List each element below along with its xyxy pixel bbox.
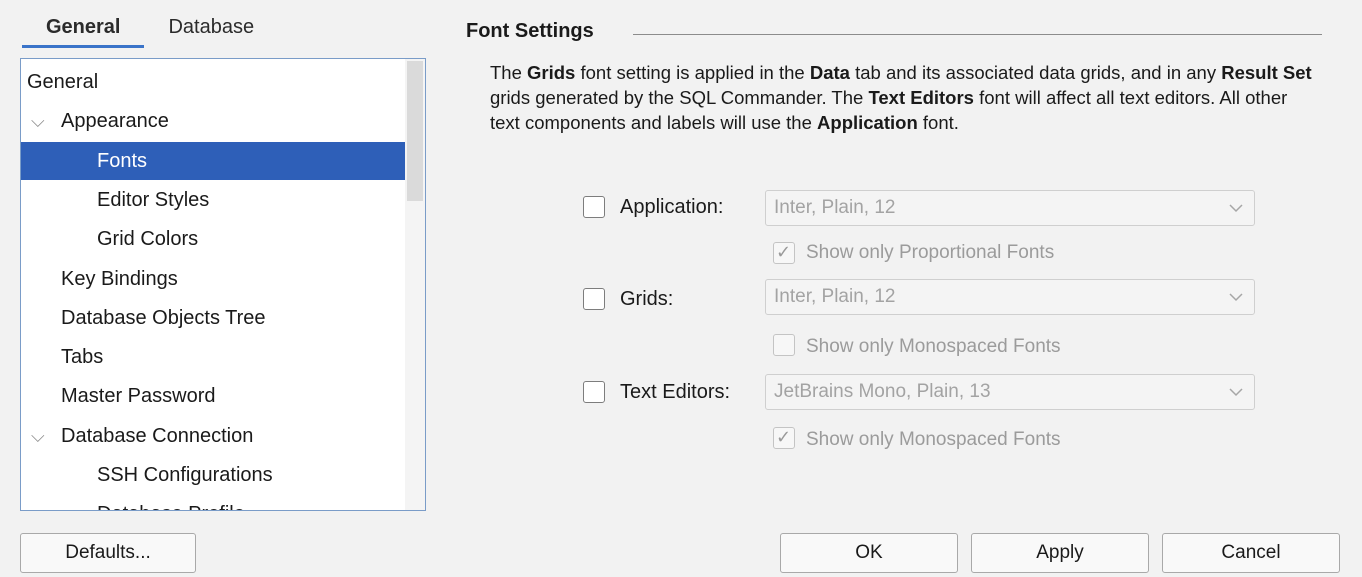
tree-item[interactable]: ⌵ Database Connection (21, 417, 405, 455)
tree-item[interactable]: Database Profile (21, 495, 405, 510)
grids-font-label: Grids: (620, 288, 674, 310)
text-editors-font-value: JetBrains Mono, Plain, 13 (774, 381, 991, 402)
tree-item-label: Key Bindings (61, 267, 178, 290)
text-editors-font-combo[interactable]: JetBrains Mono, Plain, 13 (765, 374, 1255, 410)
tree-item[interactable]: ⌵ Appearance (21, 102, 405, 140)
proportional-fonts-label: Show only Proportional Fonts (806, 242, 1055, 263)
settings-tree[interactable]: General ⌵ Appearance Fonts Editor Styles Grid… (20, 58, 426, 511)
chevron-down-icon[interactable]: ⌵ (31, 102, 45, 140)
checkmark-icon: ✓ (776, 427, 792, 447)
chevron-down-icon[interactable]: ⌵ (31, 417, 45, 455)
chevron-down-icon (1229, 388, 1243, 397)
tree-item-label: Database Connection (61, 424, 254, 447)
proportional-fonts-checkbox[interactable]: ✓ (773, 242, 795, 264)
tab-general[interactable]: General (22, 10, 145, 48)
chevron-down-icon (1229, 293, 1243, 302)
tree-item-label: Database Profile (97, 495, 245, 510)
tab-database[interactable]: Database (144, 10, 278, 48)
tree-item[interactable]: Database Objects Tree (21, 299, 405, 337)
grids-monospaced-label: Show only Monospaced Fonts (806, 336, 1061, 357)
tree-item[interactable]: Fonts (21, 141, 405, 180)
tree-item-label: Tabs (61, 346, 104, 369)
tree-scrollbar-thumb[interactable] (407, 61, 423, 201)
tree-item[interactable]: Grid Colors (21, 220, 405, 258)
text-editors-monospaced-label: Show only Monospaced Fonts (806, 429, 1061, 450)
tree-item-label: Fonts (97, 149, 148, 172)
section-divider (633, 34, 1322, 35)
text-editors-font-checkbox[interactable] (583, 381, 605, 403)
application-font-combo[interactable]: Inter, Plain, 12 (765, 190, 1255, 226)
ok-button[interactable]: OK (780, 533, 958, 573)
tree-item-label: Master Password (61, 385, 216, 408)
checkmark-icon: ✓ (776, 242, 792, 262)
tree-item[interactable]: Editor Styles (21, 181, 405, 219)
grids-font-checkbox[interactable] (583, 288, 605, 310)
tree-item-label: SSH Configurations (97, 464, 273, 486)
application-font-checkbox[interactable] (583, 196, 605, 218)
tree-item[interactable]: Tabs (21, 338, 405, 376)
section-title: Font Settings (466, 20, 594, 42)
tree-item[interactable]: SSH Configurations (21, 456, 405, 494)
tree-item[interactable]: General (21, 63, 405, 101)
tree-item-label: Editor Styles (97, 188, 210, 211)
tree-item-label: Appearance (61, 110, 169, 133)
tree-scrollbar[interactable] (405, 59, 425, 510)
font-settings-description: The Grids font setting is applied in the… (490, 62, 1312, 133)
cancel-button[interactable]: Cancel (1162, 533, 1340, 573)
grids-font-value: Inter, Plain, 12 (774, 286, 896, 307)
grids-monospaced-checkbox[interactable] (773, 334, 795, 356)
grids-font-combo[interactable]: Inter, Plain, 12 (765, 279, 1255, 315)
apply-button[interactable]: Apply (971, 533, 1149, 573)
tab-bar: General Database (22, 10, 278, 56)
application-font-value: Inter, Plain, 12 (774, 197, 896, 218)
tree-item-label: General (27, 71, 99, 93)
application-font-label: Application: (620, 196, 724, 218)
chevron-down-icon (1229, 204, 1243, 213)
text-editors-monospaced-checkbox[interactable]: ✓ (773, 427, 795, 449)
text-editors-font-label: Text Editors: (620, 381, 731, 403)
tree-item-label: Database Objects Tree (61, 306, 266, 329)
defaults-button[interactable]: Defaults... (20, 533, 196, 573)
tree-item-label: Grid Colors (97, 228, 199, 251)
tree-item[interactable]: Master Password (21, 377, 405, 415)
tree-item[interactable]: Key Bindings (21, 260, 405, 298)
